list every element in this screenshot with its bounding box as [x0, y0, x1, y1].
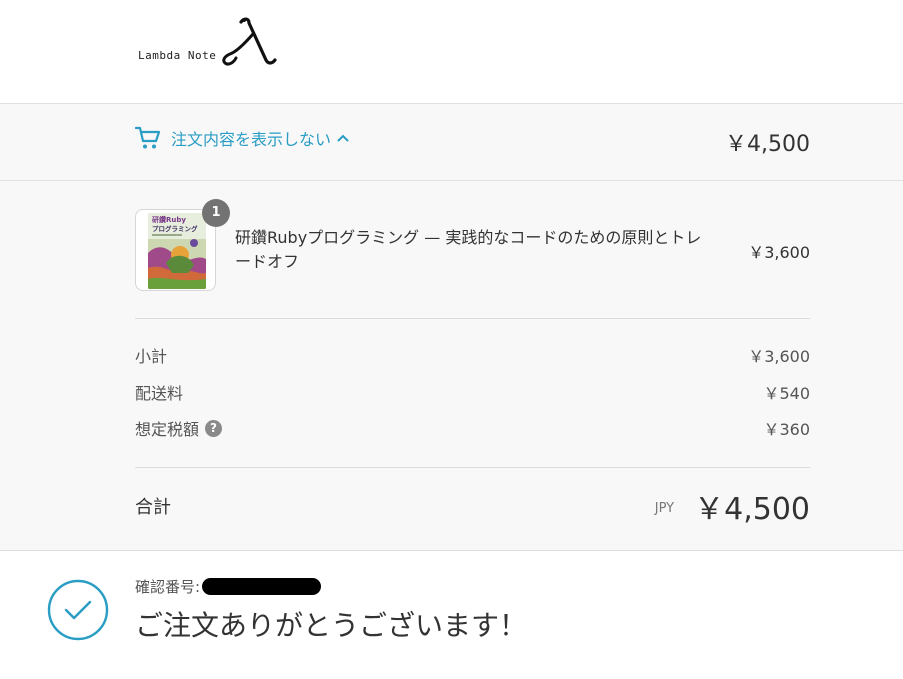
confirmation-number: 確認番号:	[135, 576, 322, 597]
lambda-logo-icon	[222, 17, 277, 66]
tax-value: ￥360	[763, 420, 810, 439]
tax-row: 想定税額 ? ￥360	[135, 416, 810, 440]
shipping-value: ￥540	[763, 384, 810, 403]
cover-title-2: プログラミング	[152, 224, 198, 233]
subtotal-row: 小計 ￥3,600	[135, 343, 810, 367]
divider	[135, 318, 810, 319]
product-name: 研鑽Rubyプログラミング — 実践的なコードのための原則とトレードオフ	[235, 228, 702, 271]
divider	[135, 467, 810, 468]
subtotal-value: ￥3,600	[748, 347, 810, 366]
tax-label-group: 想定税額 ?	[135, 416, 223, 440]
product-thumbnail: 研鑽Ruby プログラミング 1	[135, 199, 230, 291]
currency-code: JPY	[654, 500, 675, 516]
chevron-up-icon	[337, 134, 349, 142]
quantity-badge: 1	[202, 199, 230, 227]
shipping-label: 配送料	[135, 384, 184, 403]
total-row: 合計 JPY ￥4,500	[135, 484, 810, 528]
shipping-row: 配送料 ￥540	[135, 380, 810, 404]
tax-label: 想定税額	[135, 420, 200, 439]
redacted-confirmation-number	[202, 578, 322, 595]
order-summary-toggle[interactable]: 注文内容を表示しない	[135, 126, 349, 150]
total-label: 合計	[135, 497, 171, 518]
product-price: ￥3,600	[748, 243, 810, 262]
order-confirmation: 確認番号: ご注文ありがとうございます！	[0, 552, 903, 679]
summary-total: ￥4,500	[725, 132, 810, 157]
toggle-label: 注文内容を表示しない	[171, 130, 332, 149]
question-circle-icon[interactable]: ?	[205, 419, 223, 437]
subtotal-label: 小計	[135, 347, 168, 366]
total-amount: JPY ￥4,500	[655, 484, 810, 528]
logo-text: Lambda Note	[138, 49, 217, 62]
thank-you-heading: ご注文ありがとうございます！	[135, 609, 528, 642]
order-summary-toggle-bar: 注文内容を表示しない ￥4,500	[0, 104, 903, 181]
logo[interactable]: Lambda Note	[138, 14, 278, 66]
check-circle-icon	[47, 579, 109, 641]
confirmation-number-label: 確認番号:	[135, 578, 201, 596]
book-cover-image: 研鑽Ruby プログラミング	[148, 213, 206, 289]
order-summary: 注文内容を表示しない ￥4,500 研鑽Ruby プログラミング 1 研鑽Rub…	[0, 104, 903, 551]
line-item: 研鑽Ruby プログラミング 1 研鑽Rubyプログラミング — 実践的なコード…	[135, 199, 810, 291]
total-value: ￥4,500	[694, 492, 810, 527]
cover-title-1: 研鑽Ruby	[152, 215, 186, 224]
site-header: Lambda Note	[0, 0, 903, 104]
cart-icon	[135, 126, 161, 149]
